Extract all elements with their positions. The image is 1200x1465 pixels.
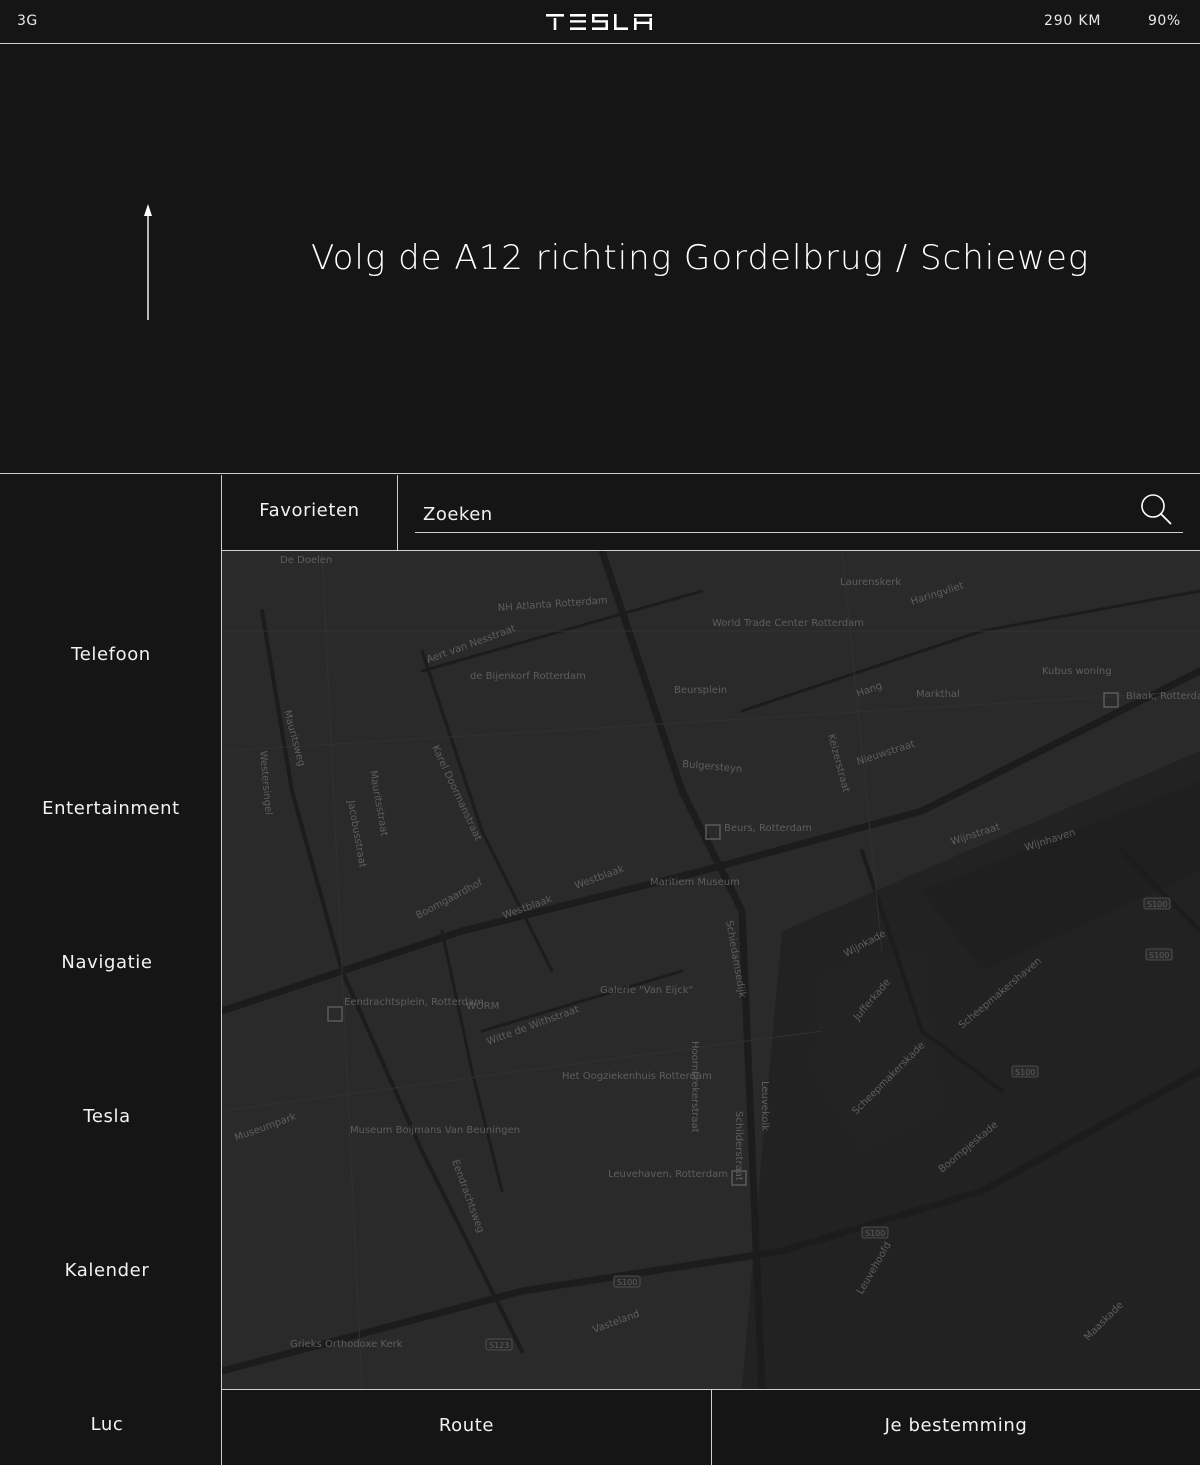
svg-text:S123: S123 <box>489 1341 509 1350</box>
svg-text:S100: S100 <box>865 1229 885 1238</box>
sidebar-item-entertainment[interactable]: Entertainment <box>0 789 222 829</box>
sidebar: Telefoon Entertainment Navigatie Tesla K… <box>0 475 222 1465</box>
map-label: World Trade Center Rotterdam <box>712 618 864 629</box>
svg-text:S100: S100 <box>1147 900 1167 909</box>
map-label: de Bijenkorf Rotterdam <box>470 671 586 682</box>
map-label: De Doelen <box>280 555 332 566</box>
sidebar-item-navigatie[interactable]: Navigatie <box>0 943 218 983</box>
straight-arrow-up-icon <box>144 204 152 320</box>
network-indicator: 3G <box>17 13 38 29</box>
map-label: Galerie "Van Eijck" <box>600 985 693 996</box>
tesla-wordmark-icon <box>546 14 652 30</box>
map-label: Beurs, Rotterdam <box>724 823 812 834</box>
map-label: Leuvekolk <box>759 1081 770 1131</box>
sidebar-item-kalender[interactable]: Kalender <box>0 1251 218 1291</box>
map-label: WORM <box>466 1001 499 1012</box>
tesla-logo: TESLA <box>546 12 654 30</box>
road-shield: S123 <box>485 1338 513 1351</box>
map-label: Markthal <box>916 689 960 700</box>
instruction-text: Volg de A12 richting Gordelbrug / Schiew… <box>311 238 1090 278</box>
search-icon[interactable] <box>1140 493 1172 525</box>
map-label: Eendrachtsplein, Rotterdam <box>344 997 484 1008</box>
search-area <box>398 475 1200 551</box>
road-shield: S100 <box>613 1275 641 1288</box>
route-button[interactable]: Route <box>222 1389 712 1465</box>
svg-text:S100: S100 <box>1149 951 1169 960</box>
destination-button[interactable]: Je bestemming <box>712 1389 1200 1465</box>
range-indicator: 290 KM <box>1044 13 1102 29</box>
map-label: Hoornbrekerstraat <box>689 1041 700 1133</box>
map-label: Maritiem Museum <box>650 877 740 888</box>
sidebar-item-telefoon[interactable]: Telefoon <box>0 635 222 675</box>
map-label: Beursplein <box>674 685 727 696</box>
svg-text:S100: S100 <box>617 1278 637 1287</box>
battery-indicator: 90% <box>1148 13 1181 29</box>
map-label: Grieks Orthodoxe Kerk <box>290 1339 403 1350</box>
sidebar-item-profile[interactable]: Luc <box>0 1405 218 1445</box>
map-canvas[interactable]: De DoelenNH Atlanta RotterdamWorld Trade… <box>222 551 1200 1389</box>
road-shield: S100 <box>1145 948 1173 961</box>
sidebar-item-tesla[interactable]: Tesla <box>0 1097 218 1137</box>
map-label: Leuvehaven, Rotterdam <box>608 1169 728 1180</box>
map-label: Blaak, Rotterdam <box>1126 691 1200 702</box>
svg-text:S100: S100 <box>1015 1068 1035 1077</box>
status-bar: 3G TESLA <box>0 0 1200 44</box>
favorites-tab[interactable]: Favorieten <box>222 475 398 551</box>
road-shield: S100 <box>1011 1065 1039 1078</box>
navigation-instruction-panel: Volg de A12 richting Gordelbrug / Schiew… <box>0 44 1200 474</box>
map-view[interactable]: De Doelen NH Atlanta Rotterdam World Trade… <box>222 551 1200 1389</box>
road-shield: S100 <box>1143 897 1171 910</box>
map-label: Kubus woning <box>1042 666 1112 677</box>
search-input[interactable] <box>415 491 1183 533</box>
map-label: Museum Boijmans Van Beuningen <box>350 1125 520 1136</box>
road-shield: S100 <box>861 1226 889 1239</box>
map-label: Laurenskerk <box>840 577 901 588</box>
